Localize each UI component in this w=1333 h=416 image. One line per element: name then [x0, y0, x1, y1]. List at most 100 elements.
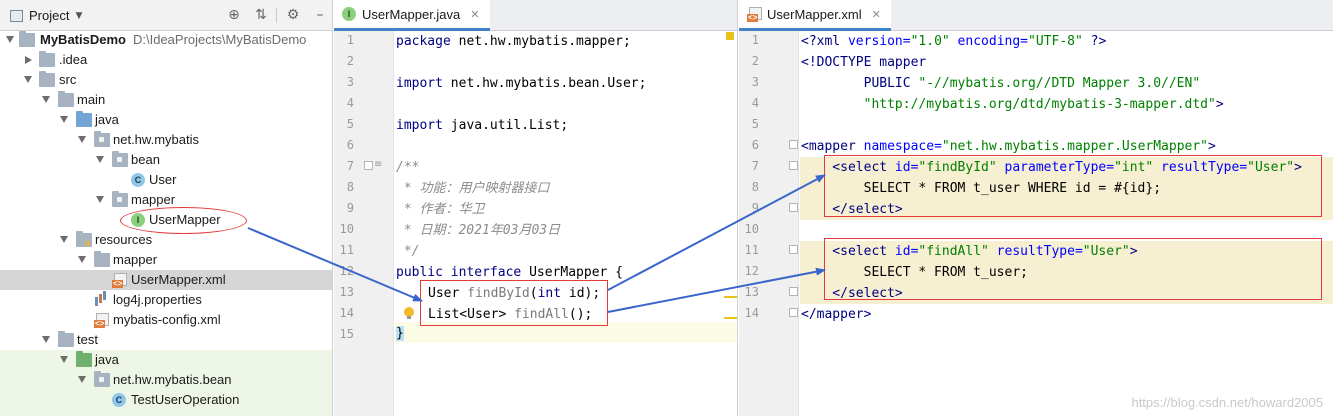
code-line: <!DOCTYPE mapper — [801, 55, 927, 70]
expand-arrow-icon[interactable] — [96, 196, 104, 203]
code-text: net.hw.mybatis.mapper; — [450, 34, 631, 49]
scroll-marker — [724, 296, 737, 298]
expand-arrow-icon[interactable] — [60, 116, 68, 123]
fold-toggle-icon[interactable] — [789, 287, 798, 296]
keyword: public — [396, 265, 443, 280]
tree-item-main[interactable]: main — [0, 90, 332, 110]
xml-tag: <mapper — [801, 139, 864, 154]
fold-toggle-icon[interactable] — [789, 140, 798, 149]
project-view-selector[interactable]: Project ▼ — [10, 7, 82, 24]
project-path: D:\IdeaProjects\MyBatisDemo — [133, 32, 307, 47]
keyword: import — [396, 76, 443, 91]
line-number: 13 — [339, 285, 354, 299]
annotation-box-findbyid — [824, 155, 1322, 217]
line-number: 3 — [346, 75, 354, 89]
code-text: UserMapper { — [521, 265, 623, 280]
tree-item-label: net.hw.mybatis.bean — [113, 372, 232, 387]
code-line: <mapper namespace="net.hw.mybatis.mapper… — [801, 136, 1216, 157]
tree-item-java[interactable]: java — [0, 110, 332, 130]
fold-toggle-icon[interactable] — [364, 161, 373, 170]
minimize-icon[interactable]: – — [311, 6, 329, 24]
fold-toggle-icon[interactable] — [789, 245, 798, 254]
code-line: </mapper> — [801, 307, 872, 322]
line-number: 7 — [346, 159, 354, 173]
collapse-arrow-icon[interactable] — [25, 56, 32, 64]
tree-item-label: .idea — [59, 52, 88, 67]
line-number: 12 — [339, 264, 354, 278]
tree-item-src[interactable]: src — [0, 70, 332, 90]
fold-toggle-icon[interactable] — [789, 308, 798, 317]
tree-item-idea[interactable]: .idea — [0, 50, 332, 70]
xml-value: "-//mybatis.org//DTD Mapper 3.0//EN" — [918, 76, 1201, 91]
java-editor[interactable]: I UserMapper.java ✕ 1 2 3 4 5 6 7 8 9 10… — [334, 0, 738, 416]
xml-file-icon — [112, 273, 127, 288]
annotation-box-java-methods — [420, 280, 608, 326]
tree-item-package[interactable]: net.hw.mybatis — [0, 130, 332, 150]
close-icon[interactable]: ✕ — [470, 8, 479, 21]
line-number: 9 — [346, 201, 354, 215]
expand-arrow-icon[interactable] — [60, 236, 68, 243]
tree-item-test-java[interactable]: java — [0, 350, 332, 370]
expand-arrow-icon[interactable] — [6, 36, 14, 43]
code-line: "http://mybatis.org/dtd/mybatis-3-mapper… — [801, 94, 1224, 115]
tree-item-label: UserMapper.xml — [131, 272, 226, 287]
xml-file-icon — [747, 7, 762, 22]
line-number: 10 — [339, 222, 354, 236]
tree-item-mybatis-config[interactable]: mybatis-config.xml — [0, 310, 332, 330]
project-panel-title: Project — [29, 8, 70, 23]
tree-item-test-user-operation[interactable]: C TestUserOperation — [0, 390, 332, 410]
comment-line: * 作者：华卫 — [396, 202, 485, 217]
expand-arrow-icon[interactable] — [42, 96, 50, 103]
matched-brace: } — [396, 326, 404, 341]
line-number: 11 — [744, 243, 759, 257]
expand-arrow-icon[interactable] — [78, 376, 86, 383]
xml-editor[interactable]: UserMapper.xml ✕ 1 2 3 4 5 6 7 8 9 10 11… — [739, 0, 1333, 416]
line-number: 13 — [744, 285, 759, 299]
tree-item-resources-mapper[interactable]: mapper — [0, 250, 332, 270]
xml-value: "UTF-8" — [1028, 34, 1083, 49]
tree-item-bean[interactable]: bean — [0, 150, 332, 170]
tree-item-user-class[interactable]: C User — [0, 170, 332, 190]
tree-item-test[interactable]: test — [0, 330, 332, 350]
expand-arrow-icon[interactable] — [96, 156, 104, 163]
expand-arrow-icon[interactable] — [24, 76, 32, 83]
fold-toggle-icon[interactable] — [789, 161, 798, 170]
tree-item-usermapper-xml[interactable]: UserMapper.xml — [0, 270, 332, 290]
tab-usermapper-java[interactable]: I UserMapper.java ✕ — [334, 0, 490, 31]
annotation-ellipse — [120, 207, 247, 234]
header-separator — [276, 8, 277, 23]
tree-item-label: mapper — [131, 192, 176, 207]
code-text: net.hw.mybatis.bean.User; — [442, 76, 647, 91]
comment-line: */ — [396, 244, 420, 259]
line-number: 1 — [751, 33, 759, 47]
scroll-marker — [724, 317, 737, 319]
fold-toggle-icon[interactable] — [789, 203, 798, 212]
expand-arrow-icon[interactable] — [78, 136, 86, 143]
line-number: 15 — [339, 327, 354, 341]
line-number: 4 — [751, 96, 759, 110]
lightbulb-icon[interactable] — [404, 307, 414, 320]
tab-usermapper-xml[interactable]: UserMapper.xml ✕ — [739, 0, 891, 31]
tree-item-label: TestUserOperation — [131, 392, 240, 407]
collapse-all-icon[interactable]: ⇅ — [252, 6, 270, 24]
expand-arrow-icon[interactable] — [78, 256, 86, 263]
tree-item-project-root[interactable]: MyBatisDemo D:\IdeaProjects\MyBatisDemo — [0, 30, 332, 50]
inspection-marker[interactable] — [726, 32, 734, 40]
line-number: 5 — [346, 117, 354, 131]
gear-icon[interactable]: ⚙ — [284, 6, 302, 24]
close-icon[interactable]: ✕ — [872, 8, 881, 21]
expand-arrow-icon[interactable] — [42, 336, 50, 343]
tree-item-test-package[interactable]: net.hw.mybatis.bean — [0, 370, 332, 390]
tree-item-label: resources — [95, 232, 153, 247]
tree-item-log4j[interactable]: log4j.properties — [0, 290, 332, 310]
source-folder-icon — [76, 111, 92, 127]
code-line: import net.hw.mybatis.bean.User; — [396, 73, 646, 94]
tree-item-label: test — [77, 332, 98, 347]
locate-target-icon[interactable]: ⊕ — [225, 6, 243, 24]
expand-arrow-icon[interactable] — [60, 356, 68, 363]
xml-pi: ?> — [1082, 34, 1107, 49]
xml-file-icon — [94, 313, 109, 328]
line-number: 1 — [346, 33, 354, 47]
xml-value: "1.0" — [910, 34, 950, 49]
